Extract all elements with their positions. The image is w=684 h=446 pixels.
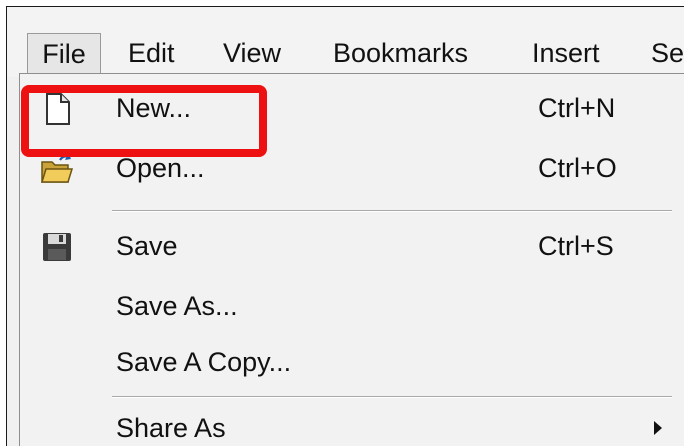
menu-item-shortcut: Ctrl+S: [538, 231, 614, 261]
menu-item-save-a-copy[interactable]: Save A Copy...: [20, 336, 684, 388]
menu-selection-partial[interactable]: Se: [651, 33, 684, 73]
menu-item-share-as[interactable]: Share As: [20, 402, 684, 446]
menu-edit[interactable]: Edit: [128, 33, 175, 73]
application-window: File Edit View Bookmarks Insert Se New..…: [6, 6, 684, 446]
menu-item-label: Save A Copy...: [116, 347, 292, 377]
menu-item-new[interactable]: New... Ctrl+N: [20, 82, 684, 134]
menu-item-label: New...: [116, 93, 192, 123]
submenu-arrow-icon: [654, 421, 662, 435]
menu-item-shortcut: Ctrl+O: [538, 153, 617, 183]
menu-separator: [112, 210, 672, 212]
menu-item-label: Save As...: [116, 291, 238, 321]
menu-item-label: Save: [116, 231, 178, 261]
save-floppy-icon: [40, 230, 74, 264]
menu-item-save-as[interactable]: Save As...: [20, 280, 684, 332]
menu-bar: File Edit View Bookmarks Insert Se: [7, 7, 684, 77]
file-menu-dropdown: New... Ctrl+N Open... Ctrl+O Save Ctrl+S…: [19, 73, 684, 446]
menu-item-shortcut: Ctrl+N: [538, 93, 616, 123]
open-folder-icon: [40, 152, 74, 186]
menu-item-label: Share As: [116, 413, 226, 443]
menu-view[interactable]: View: [223, 33, 281, 73]
menu-item-open[interactable]: Open... Ctrl+O: [20, 142, 684, 194]
menu-insert[interactable]: Insert: [532, 33, 600, 73]
new-document-icon: [40, 92, 74, 126]
menu-item-label: Open...: [116, 153, 205, 183]
menu-separator: [112, 396, 672, 398]
menu-file[interactable]: File: [27, 33, 101, 73]
menu-bookmarks[interactable]: Bookmarks: [333, 33, 468, 73]
menu-item-save[interactable]: Save Ctrl+S: [20, 220, 684, 272]
